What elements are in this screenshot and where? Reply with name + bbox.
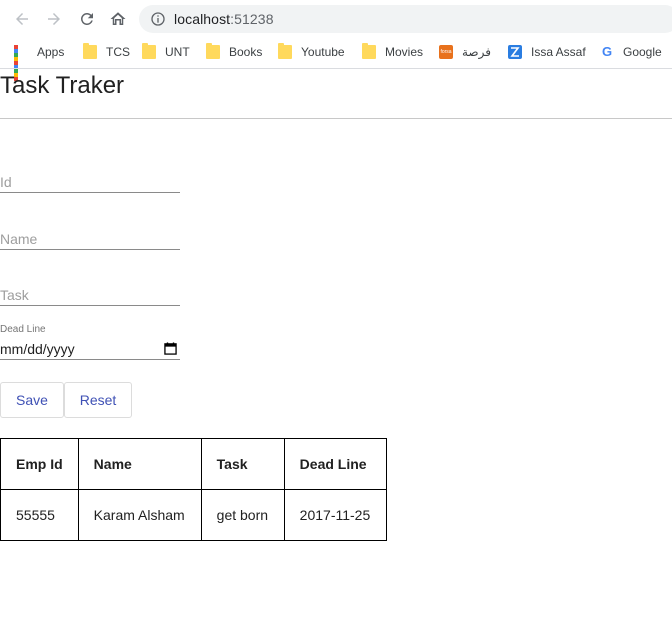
bookmark-label: Youtube <box>301 45 345 59</box>
id-field <box>0 171 180 193</box>
url-host: localhost <box>174 11 231 27</box>
task-input[interactable] <box>0 284 180 306</box>
bookmark-label: Movies <box>385 45 424 59</box>
table-row: 55555 Karam Alsham get born 2017-11-25 <box>0 489 387 541</box>
calendar-icon[interactable] <box>164 342 177 355</box>
home-button[interactable] <box>107 8 129 30</box>
bookmark-youtube[interactable]: Youtube <box>278 42 345 62</box>
save-button[interactable]: Save <box>0 382 64 418</box>
header-emp-id: Emp Id <box>0 438 79 490</box>
cell-name: Karam Alsham <box>77 489 202 541</box>
deadline-value: mm/dd/yyyy <box>0 340 75 357</box>
chrome-divider <box>0 68 672 69</box>
home-icon <box>110 12 126 25</box>
task-field <box>0 284 180 306</box>
bookmark-forsa[interactable]: forsa فرصة <box>439 42 491 62</box>
name-field <box>0 228 180 250</box>
header-name: Name <box>77 438 202 490</box>
header-deadline: Dead Line <box>283 438 387 490</box>
bookmark-label: Google <box>623 45 662 59</box>
header-task: Task <box>200 438 285 490</box>
browser-toolbar: localhost:51238 <box>0 0 672 38</box>
url-text: localhost:51238 <box>174 11 274 27</box>
bookmark-label: UNT <box>165 45 190 59</box>
forward-button[interactable] <box>43 8 65 30</box>
deadline-input[interactable]: mm/dd/yyyy <box>0 338 180 360</box>
issa-assaf-favicon <box>508 45 522 59</box>
bookmark-books[interactable]: Books <box>206 42 262 62</box>
google-favicon: G <box>601 44 613 59</box>
deadline-field: Dead Line mm/dd/yyyy <box>0 324 180 360</box>
bookmark-movies[interactable]: Movies <box>362 42 423 62</box>
arrow-right-icon <box>48 13 60 25</box>
bookmark-label: فرصة <box>462 45 491 59</box>
table-header-row: Emp Id Name Task Dead Line <box>0 438 387 490</box>
bookmark-issa-assaf[interactable]: Issa Assaf <box>508 42 586 62</box>
folder-icon <box>278 43 292 59</box>
bookmarks-bar: Apps TCS UNT Books Youtube Movies forsa … <box>0 38 672 81</box>
bookmark-label: Books <box>229 45 263 59</box>
bookmark-unt[interactable]: UNT <box>142 42 190 62</box>
reload-button[interactable] <box>76 8 98 30</box>
title-divider <box>0 118 672 119</box>
cell-task: get born <box>200 489 285 541</box>
bookmark-label: TCS <box>106 45 130 59</box>
address-bar[interactable]: localhost:51238 <box>139 5 672 33</box>
info-icon[interactable] <box>150 11 166 27</box>
folder-icon <box>83 43 97 59</box>
back-button[interactable] <box>11 8 33 30</box>
bookmark-label: Issa Assaf <box>531 45 586 59</box>
folder-icon <box>206 43 220 59</box>
bookmark-label: Apps <box>37 45 65 59</box>
forsa-favicon: forsa <box>439 45 453 59</box>
folder-icon <box>362 43 376 59</box>
tasks-table: Emp Id Name Task Dead Line 55555 Karam A… <box>0 438 387 541</box>
name-input[interactable] <box>0 228 180 250</box>
page-title: Task Traker <box>0 72 125 99</box>
url-port: :51238 <box>230 11 274 27</box>
reload-icon <box>80 12 93 25</box>
id-input[interactable] <box>0 171 180 193</box>
folder-icon <box>142 43 156 59</box>
deadline-label: Dead Line <box>0 324 46 335</box>
bookmark-google[interactable]: G Google <box>600 42 662 62</box>
apps-grid-icon <box>14 45 28 81</box>
arrow-left-icon <box>16 13 28 25</box>
bookmark-tcs[interactable]: TCS <box>83 42 130 62</box>
cell-emp-id: 55555 <box>0 489 79 541</box>
reset-button[interactable]: Reset <box>64 382 132 418</box>
bookmark-apps[interactable]: Apps <box>14 42 65 81</box>
cell-deadline: 2017-11-25 <box>283 489 387 541</box>
